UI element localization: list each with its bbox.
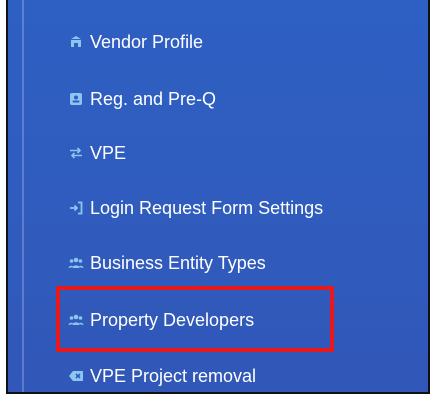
sidebar-item-label: Property Developers <box>90 309 255 330</box>
sidebar-item-business-entity-types[interactable]: Business Entity Types <box>68 248 266 278</box>
backspace-icon <box>68 368 84 384</box>
sidebar-item-label: Business Entity Types <box>90 252 266 273</box>
sidebar-item-label: Vendor Profile <box>90 31 204 52</box>
vendor-building-icon <box>68 34 84 50</box>
sidebar-item-login-request-form-settings[interactable]: Login Request Form Settings <box>68 193 323 223</box>
sidebar-item-label: Login Request Form Settings <box>90 197 324 218</box>
sidebar-item-vpe[interactable]: VPE <box>68 138 126 168</box>
id-card-icon <box>68 91 84 107</box>
users-icon <box>68 255 84 271</box>
sidebar-panel: Vendor Profile Reg. and Pre-Q VPE Login … <box>6 0 430 394</box>
exchange-arrows-icon <box>68 145 84 161</box>
sidebar-rail <box>22 0 24 392</box>
sidebar-item-property-developers[interactable]: Property Developers <box>68 305 254 335</box>
sidebar-item-label: VPE Project removal <box>90 365 257 386</box>
sidebar-item-label: Reg. and Pre-Q <box>90 88 217 109</box>
sidebar-item-vendor-profile[interactable]: Vendor Profile <box>68 27 203 57</box>
sidebar-item-reg-pre-q[interactable]: Reg. and Pre-Q <box>68 84 216 114</box>
sidebar-item-label: VPE <box>90 142 127 163</box>
sign-in-icon <box>68 200 84 216</box>
sidebar-item-vpe-project-removal[interactable]: VPE Project removal <box>68 361 256 391</box>
users-icon <box>68 312 84 328</box>
